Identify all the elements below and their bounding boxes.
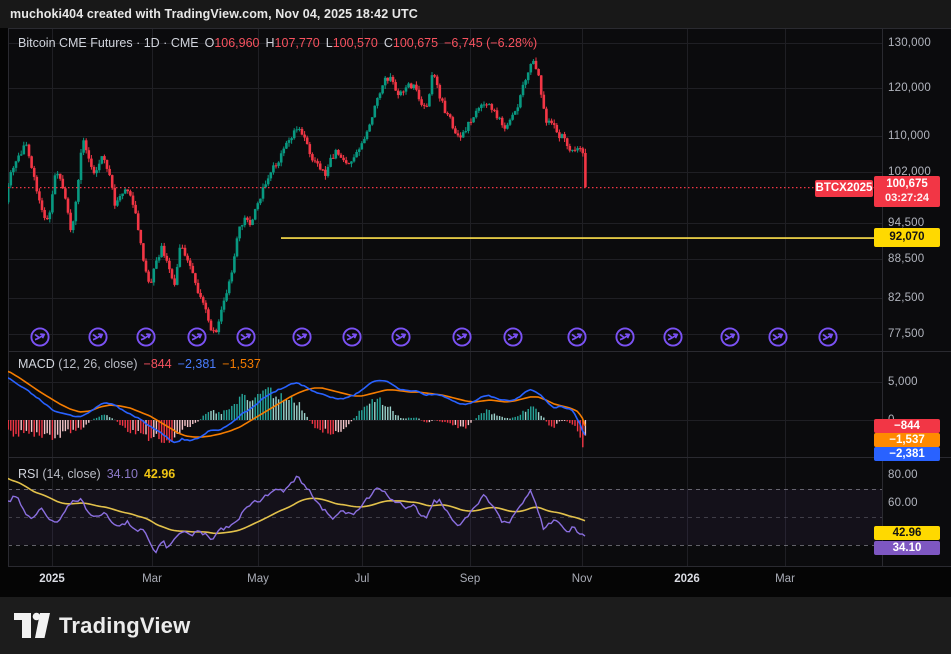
indicator-value-badge: −2,381 (874, 447, 940, 461)
attribution-bar: muchoki404 created with TradingView.com,… (0, 0, 951, 28)
rsi-axis-label: 80.00 (888, 469, 918, 481)
price-axis-label: 77,500 (888, 328, 924, 340)
macd-label: MACD (18, 357, 55, 371)
contract-tag: BTCX2025 (815, 180, 873, 197)
price-axis-label: 130,000 (888, 37, 931, 49)
ohlc-c: C100,675 (384, 36, 438, 50)
contract-switch-icon[interactable] (502, 326, 524, 348)
level-price-badge: 92,070 (874, 228, 940, 247)
contract-switch-icon[interactable] (390, 326, 412, 348)
contract-switch-icon[interactable] (614, 326, 636, 348)
indicator-value-badge: −844 (874, 419, 940, 433)
rsi-value: 42.96 (144, 467, 175, 481)
contract-switch-icon[interactable] (135, 326, 157, 348)
symbol-legend[interactable]: Bitcoin CME Futures · 1D · CME O106,960 H1… (18, 36, 537, 50)
contract-switch-icon[interactable] (719, 326, 741, 348)
bar-countdown: 03:27:24 (874, 191, 940, 205)
time-axis-label: May (247, 573, 269, 585)
change-value: −6,745 (−6.28%) (444, 36, 537, 50)
contract-switch-icon[interactable] (235, 326, 257, 348)
attribution-text: muchoki404 created with TradingView.com,… (10, 7, 418, 21)
time-axis-label: 2026 (674, 573, 700, 585)
contract-switch-icon[interactable] (87, 326, 109, 348)
ohlc-l: L100,570 (326, 36, 378, 50)
time-axis-label: Sep (460, 573, 480, 585)
time-axis-label: Mar (142, 573, 162, 585)
contract-switch-icon[interactable] (767, 326, 789, 348)
time-axis-label: 2025 (39, 573, 65, 585)
tradingview-logo-icon[interactable] (14, 612, 50, 639)
contract-switch-icon[interactable] (662, 326, 684, 348)
macd-axis-label: 5,000 (888, 376, 918, 388)
rsi-axis-label: 60.00 (888, 497, 918, 509)
macd-values: −844 −2,381 −1,537 (138, 357, 261, 371)
rsi-label: RSI (18, 467, 39, 481)
indicator-value-badge: 34.10 (874, 541, 940, 555)
ohlc-values: O106,960 H107,770 L100,570 C100,675 −6,745 (… (199, 36, 538, 50)
rsi-value: 34.10 (107, 467, 138, 481)
last-price-badge: 100,675 03:27:24 (874, 176, 940, 207)
macd-legend[interactable]: MACD (12, 26, close) −844 −2,381 −1,537 (18, 357, 261, 371)
indicator-value-badge: −1,537 (874, 433, 940, 447)
indicator-value-badge: 42.96 (874, 526, 940, 540)
tradingview-wordmark[interactable]: TradingView (59, 613, 190, 639)
tradingview-chart-window: muchoki404 created with TradingView.com,… (0, 0, 951, 654)
price-axis-label: 110,000 (888, 130, 930, 142)
symbol-title: Bitcoin CME Futures · 1D · CME (18, 36, 199, 50)
price-axis-label: 88,500 (888, 253, 924, 265)
time-axis-label: Jul (355, 573, 370, 585)
macd-value: −844 (144, 357, 172, 371)
macd-value: −1,537 (222, 357, 261, 371)
contract-switch-icon[interactable] (29, 326, 51, 348)
contract-switch-icon[interactable] (817, 326, 839, 348)
contract-switch-icon[interactable] (341, 326, 363, 348)
contract-switch-icon[interactable] (451, 326, 473, 348)
contract-switch-icon[interactable] (186, 326, 208, 348)
ohlc-h: H107,770 (266, 36, 320, 50)
rsi-params: (14, close) (42, 467, 100, 481)
price-axis-label: 120,000 (888, 82, 931, 94)
time-axis-label: Mar (775, 573, 795, 585)
price-axis-label: 82,500 (888, 292, 924, 304)
macd-params: (12, 26, close) (58, 357, 137, 371)
price-chart-canvas[interactable] (8, 28, 951, 567)
rsi-legend[interactable]: RSI (14, close) 34.10 42.96 (18, 467, 175, 481)
ohlc-o: O106,960 (205, 36, 260, 50)
contract-switch-icon[interactable] (566, 326, 588, 348)
contract-switch-icon[interactable] (291, 326, 313, 348)
last-price-value: 100,675 (874, 177, 940, 191)
rsi-values: 34.10 42.96 (101, 467, 176, 481)
footer-bar: TradingView (0, 597, 951, 654)
time-axis-label: Nov (572, 573, 592, 585)
macd-value: −2,381 (178, 357, 217, 371)
